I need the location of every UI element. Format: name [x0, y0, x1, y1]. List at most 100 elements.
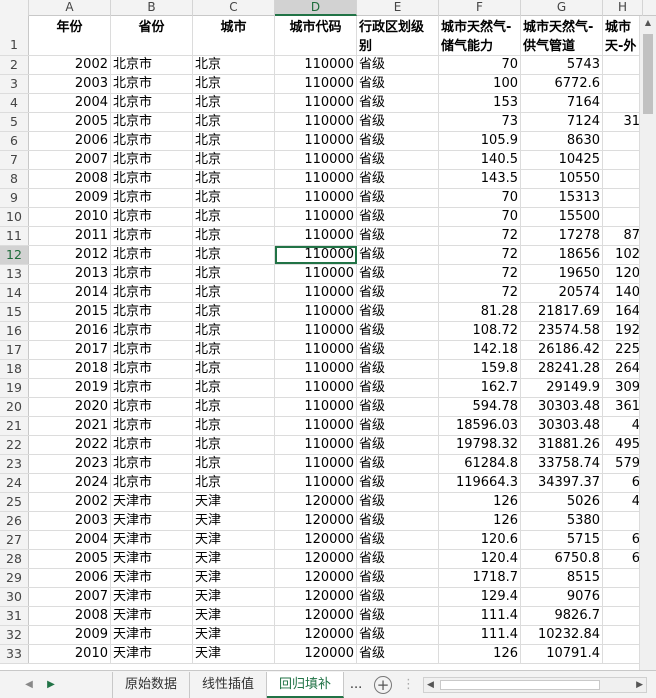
cell[interactable]: 2010: [29, 645, 111, 663]
cell[interactable]: 2006: [29, 132, 111, 150]
cell[interactable]: 北京市: [111, 151, 193, 169]
cell[interactable]: 北京: [193, 151, 275, 169]
row-number[interactable]: 18: [0, 360, 29, 378]
cell[interactable]: 天津市: [111, 607, 193, 625]
cell[interactable]: 110000: [275, 189, 357, 207]
header-cell[interactable]: 省份: [111, 16, 193, 55]
cell[interactable]: 110000: [275, 170, 357, 188]
cell[interactable]: 北京市: [111, 94, 193, 112]
cell[interactable]: 18596.03: [439, 417, 521, 435]
cell[interactable]: 6772.6: [521, 75, 603, 93]
cell[interactable]: 110000: [275, 417, 357, 435]
cell[interactable]: 6: [603, 550, 643, 568]
cell[interactable]: 6750.8: [521, 550, 603, 568]
column-header-f[interactable]: F: [439, 0, 521, 16]
cell[interactable]: 81.28: [439, 303, 521, 321]
row-number[interactable]: 22: [0, 436, 29, 454]
cell[interactable]: 天津: [193, 550, 275, 568]
row-number[interactable]: 31: [0, 607, 29, 625]
cell[interactable]: 天津: [193, 493, 275, 511]
row-number[interactable]: 19: [0, 379, 29, 397]
cell[interactable]: 70: [439, 56, 521, 74]
cell[interactable]: 10550: [521, 170, 603, 188]
cell[interactable]: 2022: [29, 436, 111, 454]
cell[interactable]: 北京市: [111, 398, 193, 416]
cell[interactable]: 126: [439, 512, 521, 530]
row-number[interactable]: 29: [0, 569, 29, 587]
cell[interactable]: 120000: [275, 626, 357, 644]
cell[interactable]: 北京: [193, 189, 275, 207]
more-tabs-button[interactable]: ...: [344, 677, 368, 692]
cell[interactable]: 70: [439, 208, 521, 226]
cell[interactable]: 6: [603, 474, 643, 492]
cell[interactable]: 15500: [521, 208, 603, 226]
cell[interactable]: 省级: [357, 455, 439, 473]
cell[interactable]: 164: [603, 303, 643, 321]
cell[interactable]: 2023: [29, 455, 111, 473]
cell[interactable]: 省级: [357, 132, 439, 150]
cell[interactable]: 省级: [357, 607, 439, 625]
row-number[interactable]: 17: [0, 341, 29, 359]
cell[interactable]: 73: [439, 113, 521, 131]
cell[interactable]: 110000: [275, 94, 357, 112]
cell[interactable]: 2005: [29, 550, 111, 568]
cell[interactable]: 120.4: [439, 550, 521, 568]
cell[interactable]: 北京市: [111, 170, 193, 188]
cell[interactable]: 北京市: [111, 189, 193, 207]
vertical-scroll-thumb[interactable]: [643, 34, 653, 114]
cell[interactable]: 北京: [193, 75, 275, 93]
cell[interactable]: 北京市: [111, 474, 193, 492]
cell[interactable]: 9826.7: [521, 607, 603, 625]
cell[interactable]: 天津市: [111, 531, 193, 549]
cell[interactable]: 140: [603, 284, 643, 302]
cell[interactable]: 1718.7: [439, 569, 521, 587]
cell[interactable]: 140.5: [439, 151, 521, 169]
cell[interactable]: 2006: [29, 569, 111, 587]
row-number[interactable]: 25: [0, 493, 29, 511]
cell[interactable]: 30303.48: [521, 398, 603, 416]
cell[interactable]: [603, 512, 643, 530]
cell[interactable]: 天津市: [111, 569, 193, 587]
cell[interactable]: 361: [603, 398, 643, 416]
cell[interactable]: 9076: [521, 588, 603, 606]
column-header-b[interactable]: B: [111, 0, 193, 16]
cell[interactable]: 省级: [357, 208, 439, 226]
cell[interactable]: 142.18: [439, 341, 521, 359]
cell[interactable]: [603, 645, 643, 663]
cell[interactable]: 2016: [29, 322, 111, 340]
cell[interactable]: [603, 208, 643, 226]
cell[interactable]: 110000: [275, 56, 357, 74]
cell[interactable]: 天津: [193, 626, 275, 644]
header-cell[interactable]: 城市天-外: [603, 16, 643, 55]
scroll-left-arrow-icon[interactable]: ◀: [427, 678, 434, 692]
cell[interactable]: 天津: [193, 512, 275, 530]
cell[interactable]: 2007: [29, 151, 111, 169]
cell[interactable]: 105.9: [439, 132, 521, 150]
cell[interactable]: 110000: [275, 265, 357, 283]
column-header-d[interactable]: D: [275, 0, 357, 16]
cell[interactable]: 北京: [193, 246, 275, 264]
cell[interactable]: 省级: [357, 94, 439, 112]
cell[interactable]: 2011: [29, 227, 111, 245]
cell[interactable]: 119664.3: [439, 474, 521, 492]
cell[interactable]: [603, 170, 643, 188]
row-number[interactable]: 1: [0, 16, 29, 55]
cell[interactable]: 120000: [275, 645, 357, 663]
row-number[interactable]: 2: [0, 56, 29, 74]
cell[interactable]: 495: [603, 436, 643, 454]
row-number[interactable]: 9: [0, 189, 29, 207]
cell[interactable]: 天津市: [111, 493, 193, 511]
cell[interactable]: 108.72: [439, 322, 521, 340]
cell[interactable]: 北京: [193, 227, 275, 245]
cell[interactable]: 31: [603, 113, 643, 131]
cell[interactable]: 2003: [29, 512, 111, 530]
cell[interactable]: 110000: [275, 455, 357, 473]
cell[interactable]: 省级: [357, 493, 439, 511]
cell[interactable]: 2015: [29, 303, 111, 321]
cell[interactable]: 2010: [29, 208, 111, 226]
cell[interactable]: 2017: [29, 341, 111, 359]
cell[interactable]: [603, 94, 643, 112]
cell[interactable]: 153: [439, 94, 521, 112]
cell[interactable]: [603, 151, 643, 169]
row-number[interactable]: 23: [0, 455, 29, 473]
